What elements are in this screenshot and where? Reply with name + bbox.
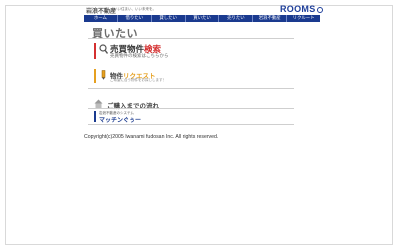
section-divider	[88, 88, 294, 89]
property-request-subtitle: ご希望に合う物件をお探しします！	[110, 78, 166, 82]
nav-item-sell[interactable]: 売りたい	[219, 15, 254, 22]
accent-bar	[94, 111, 96, 122]
copyright-text: Copyright(c)2005 Iwanami fudosan Inc. Al…	[84, 134, 219, 140]
site-tagline: いい住まい、いい未来を。	[114, 7, 156, 11]
accent-bar	[94, 69, 96, 83]
content-frame	[5, 5, 393, 245]
nav-item-company[interactable]: 岩浪不動産	[253, 15, 288, 22]
sale-search-subtitle: 売買物件の検索はこちらから	[110, 54, 169, 59]
main-nav: ホーム 借りたい 貸したい 買いたい 売りたい 岩浪不動産 リクルート	[84, 15, 320, 22]
page: 岩浪不動産 いい住まい、いい未来を。 ROOMS ホーム 借りたい 貸したい 買…	[0, 0, 400, 250]
logo-text: ROOMS	[280, 4, 316, 14]
section-divider	[88, 124, 294, 125]
heading-divider	[88, 38, 294, 39]
section-divider	[88, 108, 294, 109]
property-request-link[interactable]: 物件リクエスト ご希望に合う物件をお探しします！	[94, 69, 294, 83]
nav-item-rent[interactable]: 借りたい	[118, 15, 152, 22]
nav-item-recruit[interactable]: リクルート	[287, 15, 320, 22]
rooms-logo[interactable]: ROOMS	[280, 4, 323, 14]
nav-item-lease[interactable]: 貸したい	[152, 15, 186, 22]
sale-search-link[interactable]: 売買物件検索 売買物件の検索はこちらから	[94, 43, 294, 59]
pencil-icon	[101, 70, 106, 80]
magnifier-icon	[99, 44, 108, 54]
matching-title: マッチンぐぅー	[99, 117, 142, 124]
nav-item-home[interactable]: ホーム	[84, 15, 118, 22]
accent-bar	[94, 43, 96, 59]
nav-item-buy[interactable]: 買いたい	[186, 15, 220, 22]
logo-circle-icon	[316, 6, 323, 13]
matching-system-link[interactable]: 岩浪不動産のシステム マッチンぐぅー	[94, 111, 294, 124]
site-title[interactable]: 岩浪不動産	[86, 6, 116, 15]
